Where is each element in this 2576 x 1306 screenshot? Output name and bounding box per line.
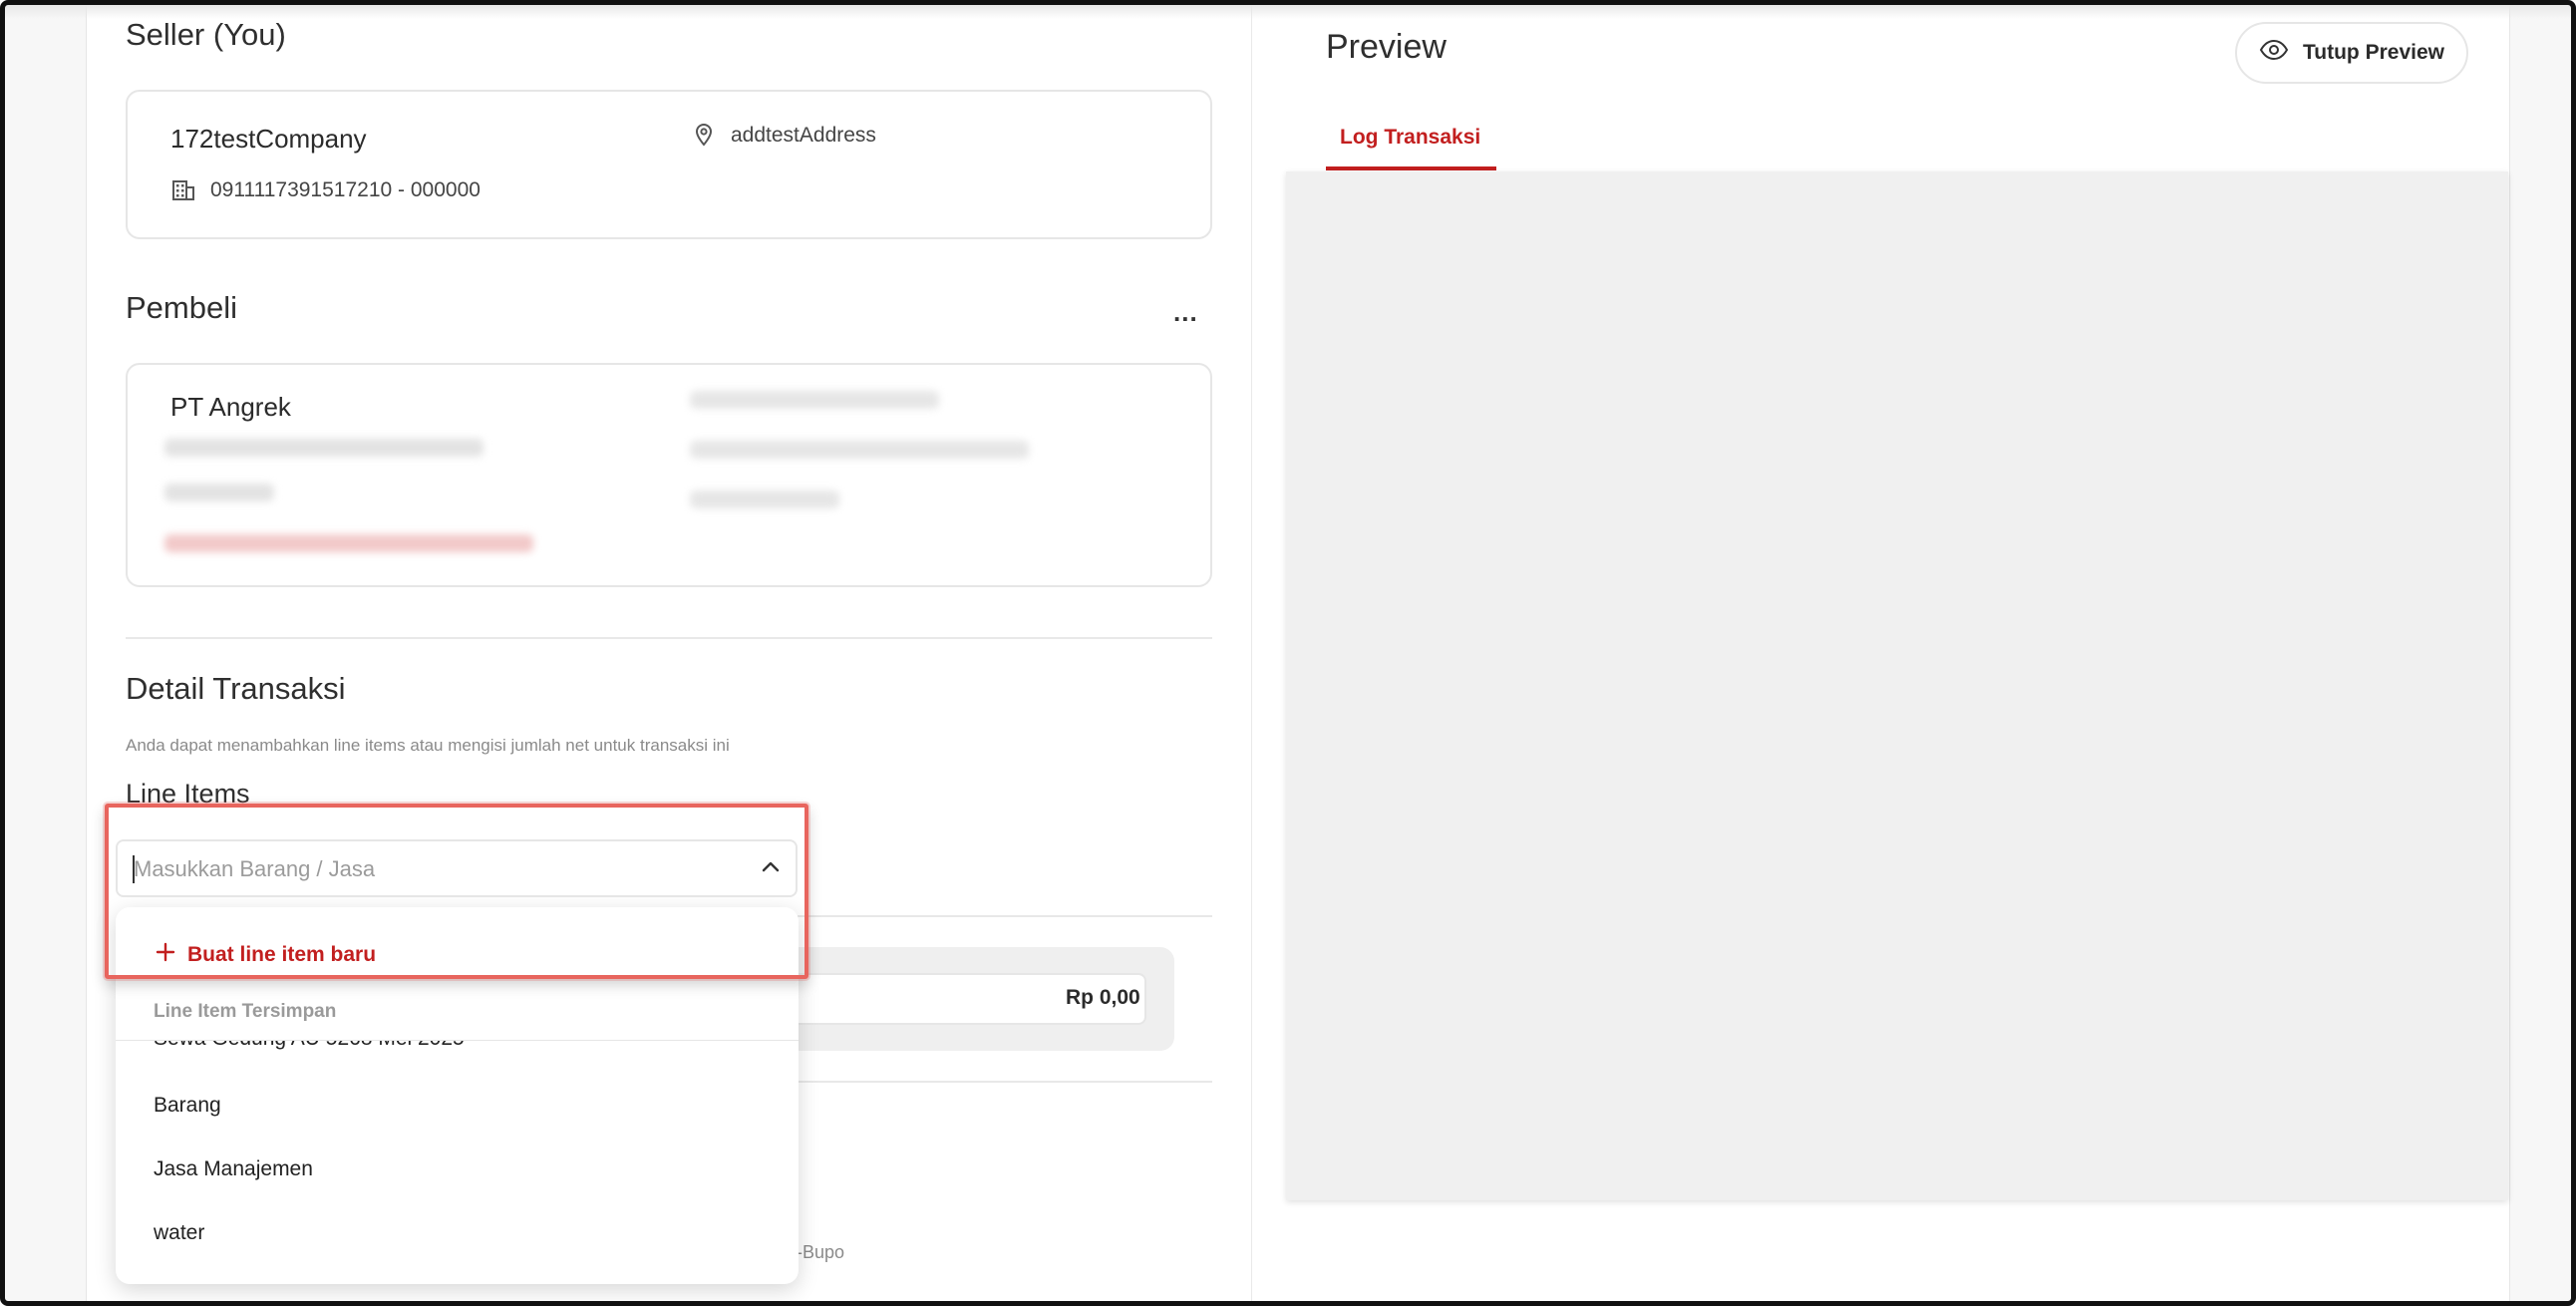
preview-title: Preview (1326, 28, 1447, 66)
page-gutter-left (5, 5, 87, 1301)
section-divider (126, 637, 1212, 639)
plus-icon (156, 942, 175, 968)
tab-log-transaksi[interactable]: Log Transaksi (1340, 126, 1480, 150)
active-tab-indicator (1326, 166, 1496, 170)
buyer-section-title: Pembeli (126, 290, 237, 325)
redacted-buyer-link (164, 534, 533, 552)
redacted-buyer-address (164, 439, 483, 457)
buyer-more-button[interactable]: ... (1173, 297, 1198, 328)
top-shadow (5, 5, 2571, 19)
line-items-title: Line Items (126, 779, 250, 809)
redacted-buyer-meta-3 (690, 490, 839, 508)
detail-description: Anda dapat menambahkan line items atau m… (126, 736, 730, 755)
create-line-item-label: Buat line item baru (187, 943, 377, 966)
seller-section-title: Seller (You) (126, 17, 286, 52)
saved-line-items-label: Line Item Tersimpan (154, 1001, 337, 1022)
seller-company-name: 172testCompany (170, 124, 367, 154)
seller-card (126, 90, 1212, 239)
line-item-search-input[interactable]: Masukkan Barang / Jasa (116, 839, 798, 897)
saved-line-item[interactable]: Sewa Gedung AU 5268 Mei 2025 (154, 1041, 465, 1051)
close-preview-button[interactable]: Tutup Preview (2235, 22, 2468, 84)
line-items-divider (798, 915, 1212, 917)
group-divider (116, 1040, 799, 1041)
detail-section-title: Detail Transaksi (126, 671, 346, 706)
redacted-buyer-meta-2 (690, 441, 1029, 459)
close-preview-label: Tutup Preview (2303, 41, 2444, 64)
line-item-dropdown-menu: Buat line item baru Line Item Tersimpan … (116, 907, 799, 1284)
saved-line-item[interactable]: Barang (154, 1094, 221, 1118)
buyer-company-name: PT Angrek (170, 392, 291, 422)
saved-line-item[interactable]: water (154, 1221, 204, 1245)
saved-line-item[interactable]: Jasa Manajemen (154, 1157, 313, 1181)
amount-value: Rp 0,00 (1066, 986, 1140, 1009)
preview-content-area (1286, 171, 2508, 1200)
eye-icon (2259, 39, 2289, 66)
chevron-up-icon[interactable] (762, 859, 780, 877)
seller-tax-id: 0911117391517210 - 000000 (210, 178, 481, 201)
seller-address: addtestAddress (731, 124, 876, 147)
redacted-buyer-id (164, 484, 274, 501)
location-pin-icon (694, 123, 714, 152)
amount-divider (798, 1081, 1212, 1083)
page-gutter-right (2509, 5, 2571, 1301)
building-icon (171, 179, 195, 206)
create-line-item-button[interactable]: Buat line item baru (156, 942, 376, 968)
redacted-buyer-meta-1 (690, 391, 939, 409)
line-item-placeholder: Masukkan Barang / Jasa (134, 856, 376, 881)
